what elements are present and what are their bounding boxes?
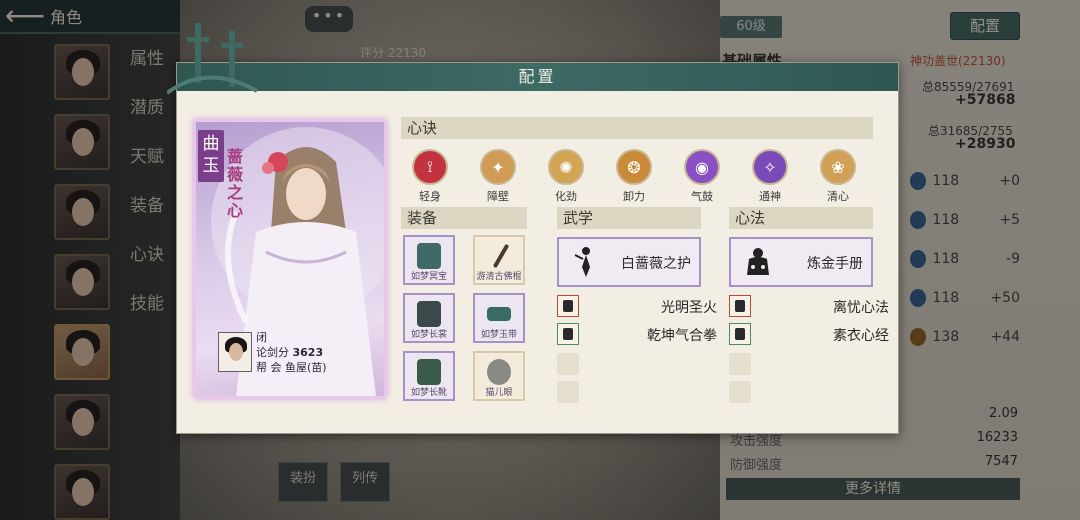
avatar: [218, 332, 252, 372]
wuxue-main-slot[interactable]: 白蔷薇之护: [557, 237, 701, 287]
empty-skill-slot[interactable]: [557, 381, 579, 403]
skill-icon: [557, 323, 579, 345]
empty-skill-slot[interactable]: [557, 353, 579, 375]
equipment-staff-icon: [492, 243, 510, 269]
player-status: 闭: [256, 331, 267, 344]
xinjue-item[interactable]: ✺ 化劲: [539, 149, 593, 204]
xieli-icon: ❂: [616, 149, 652, 185]
equipment-slot[interactable]: 如梦玉带: [473, 293, 525, 343]
skill-icon: [729, 323, 751, 345]
card-ribbon: 曲玉: [198, 130, 224, 182]
huajin-icon: ✺: [548, 149, 584, 185]
empty-skill-slot[interactable]: [729, 353, 751, 375]
equipment-crystal-icon: [417, 243, 441, 269]
equipment-slot[interactable]: 游清古佛棍: [473, 235, 525, 285]
config-dialog: 配置 曲玉 蔷薇之心 闭 论剑分 3623 帮 会 鱼屋(苗) 心诀 ⟟ 轻身 …: [167, 23, 899, 434]
qingxin-icon: ❀: [820, 149, 856, 185]
xinjue-item[interactable]: ✦ 障壁: [471, 149, 525, 204]
alchemy-book-icon: [747, 248, 769, 275]
card-title: 蔷薇之心: [226, 147, 243, 220]
guild-name: 会 鱼屋(苗): [270, 361, 327, 374]
guild-prefix: 帮: [256, 361, 267, 374]
sword-decoration-icon: [167, 23, 258, 95]
section-xinfa: 心法: [729, 207, 873, 229]
score-label: 论剑分: [256, 346, 289, 359]
xinjue-item[interactable]: ✧ 通神: [743, 149, 797, 204]
tongshen-icon: ✧: [752, 149, 788, 185]
equipment-grid: 如梦冥宝 游清古佛棍 如梦长裳 如梦玉带 如梦长靴 猫儿眼: [403, 235, 533, 415]
xinfa-skill-row[interactable]: 素衣心经: [729, 323, 889, 345]
empty-skill-slot[interactable]: [729, 381, 751, 403]
wuxue-skill-row[interactable]: 乾坤气合拳: [557, 323, 717, 345]
martial-figure-icon: [574, 247, 590, 277]
equipment-slot[interactable]: 如梦长裳: [403, 293, 455, 343]
skill-icon: [557, 295, 579, 317]
xinjue-list: ⟟ 轻身 ✦ 障壁 ✺ 化劲 ❂ 卸力 ◉ 气鼓 ✧ 通神 ❀ 清心: [403, 149, 856, 205]
equipment-robe-icon: [417, 301, 441, 327]
equipment-slot[interactable]: 如梦长靴: [403, 351, 455, 401]
equipment-belt-icon: [487, 307, 511, 321]
character-card[interactable]: 曲玉 蔷薇之心 闭 论剑分 3623 帮 会 鱼屋(苗): [193, 119, 387, 399]
equipment-slot[interactable]: 如梦冥宝: [403, 235, 455, 285]
section-xinjue: 心诀: [401, 117, 873, 139]
zhangbi-icon: ✦: [480, 149, 516, 185]
section-equipment: 装备: [401, 207, 527, 229]
xinjue-item[interactable]: ❂ 卸力: [607, 149, 661, 204]
score-value: 3623: [292, 346, 324, 359]
qigu-icon: ◉: [684, 149, 720, 185]
equipment-boots-icon: [417, 359, 441, 385]
card-player-info: 闭 论剑分 3623 帮 会 鱼屋(苗): [218, 328, 378, 376]
skill-icon: [729, 295, 751, 317]
equipment-slot[interactable]: 猫儿眼: [473, 351, 525, 401]
xinfa-skill-row[interactable]: 离忧心法: [729, 295, 889, 317]
xinjue-item[interactable]: ❀ 清心: [811, 149, 865, 204]
section-wuxue: 武学: [557, 207, 701, 229]
xinjue-item[interactable]: ⟟ 轻身: [403, 149, 457, 204]
equipment-coin-icon: [487, 359, 511, 385]
xinjue-item[interactable]: ◉ 气鼓: [675, 149, 729, 204]
qingshen-icon: ⟟: [412, 149, 448, 185]
xinfa-main-slot[interactable]: 炼金手册: [729, 237, 873, 287]
wuxue-skill-row[interactable]: 光明圣火: [557, 295, 717, 317]
dialog-title: 配置: [177, 63, 898, 91]
